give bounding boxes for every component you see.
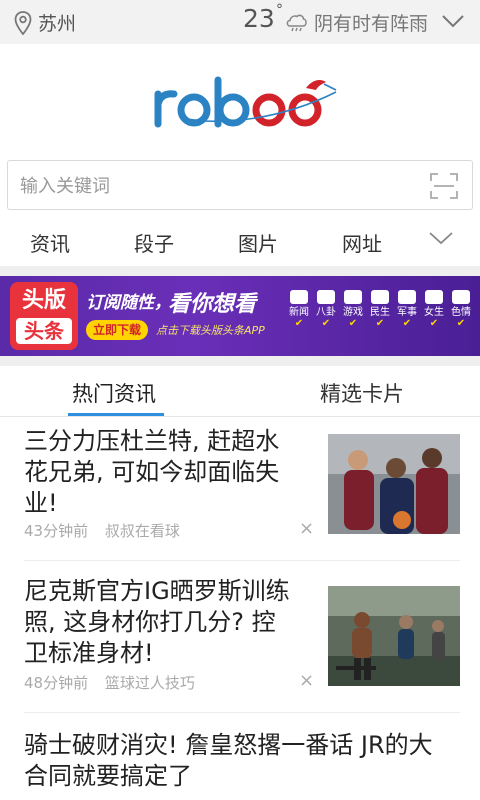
channel-games: 游戏 ✔	[340, 290, 366, 329]
channel-women: 女生 ✔	[421, 290, 447, 329]
scan-icon[interactable]	[430, 173, 458, 199]
channel-military: 军事 ✔	[394, 290, 420, 329]
cloud-rain-icon	[286, 14, 307, 32]
dismiss-icon[interactable]: ×	[299, 518, 314, 539]
channel-gossip: 八卦 ✔	[313, 290, 339, 329]
news-source: 篮球过人技巧	[104, 674, 195, 692]
tab-featured-cards[interactable]: 精选卡片	[320, 378, 404, 408]
list-separator	[24, 712, 460, 713]
news-title[interactable]: 骑士破财消灾! 詹皇怒撂一番话 JR的大 合同就要搞定了	[24, 730, 433, 792]
flag-icon	[398, 290, 416, 304]
news-title[interactable]: 尼克斯官方IG晒罗斯训练 照, 这身材你打几分? 控 卫标准身材!	[24, 576, 290, 669]
category-nav: 资讯 段子 图片 网址	[0, 220, 480, 266]
roboo-logo	[154, 76, 337, 128]
badge-line2: 头条	[16, 318, 72, 344]
category-tab-pictures[interactable]: 图片	[238, 228, 278, 257]
badge-line1: 头版	[21, 288, 66, 313]
tab-hot-news[interactable]: 热门资讯	[72, 378, 156, 408]
search-input[interactable]	[20, 173, 420, 199]
news-time: 48分钟前	[24, 674, 89, 692]
weather-description: 阴有时有阵雨	[314, 13, 429, 35]
search-box[interactable]	[7, 160, 473, 210]
download-button[interactable]: 立即下载	[86, 320, 148, 340]
news-source: 叔叔在看球	[104, 522, 180, 540]
degree-symbol: °	[276, 2, 283, 18]
news-time: 43分钟前	[24, 522, 89, 540]
weather-bar[interactable]: 苏州 23 ° 阴有时有阵雨	[0, 0, 480, 44]
gamepad-icon	[344, 290, 362, 304]
channel-adult: 色情 ✔	[448, 290, 474, 329]
newspaper-icon	[290, 290, 308, 304]
banner-subtext: 点击下载头版头条APP	[156, 324, 265, 337]
dismiss-icon[interactable]: ×	[299, 670, 314, 691]
category-tab-websites[interactable]: 网址	[342, 228, 382, 257]
tab-divider	[0, 416, 480, 417]
lips-icon	[452, 290, 470, 304]
banner-slogan-2: 看你想看	[168, 292, 257, 317]
people-icon	[371, 290, 389, 304]
channel-livelihood: 民生 ✔	[367, 290, 393, 329]
bow-icon	[425, 290, 443, 304]
section-divider	[0, 266, 480, 276]
location-pin-icon	[14, 11, 32, 35]
banner-slogan-1: 订阅随性，	[86, 293, 171, 313]
category-tab-jokes[interactable]: 段子	[134, 228, 174, 257]
mask-icon	[317, 290, 335, 304]
news-title[interactable]: 三分力压杜兰特, 赶超水 花兄弟, 可如今却面临失 业!	[24, 426, 279, 519]
chevron-down-icon[interactable]	[428, 230, 454, 246]
news-thumbnail[interactable]	[328, 434, 460, 534]
news-thumbnail[interactable]	[328, 586, 460, 686]
news-meta: 48分钟前 篮球过人技巧	[24, 672, 195, 693]
city-name[interactable]: 苏州	[38, 9, 76, 36]
section-divider	[0, 356, 480, 366]
channel-news: 新闻 ✔	[286, 290, 312, 329]
channel-icons: 新闻 ✔ 八卦 ✔ 游戏 ✔ 民生 ✔ 军事 ✔ 女生 ✔ 色情 ✔	[286, 290, 478, 346]
list-separator	[24, 560, 460, 561]
chevron-down-icon[interactable]	[440, 12, 466, 30]
app-badge: 头版 头条	[10, 282, 78, 350]
news-meta: 43分钟前 叔叔在看球	[24, 520, 180, 541]
ad-banner[interactable]: 头版 头条 订阅随性， 看你想看 立即下载 点击下载头版头条APP 新闻 ✔ 八卦…	[0, 276, 480, 356]
temperature: 23	[243, 4, 275, 33]
category-tab-news[interactable]: 资讯	[30, 228, 70, 257]
